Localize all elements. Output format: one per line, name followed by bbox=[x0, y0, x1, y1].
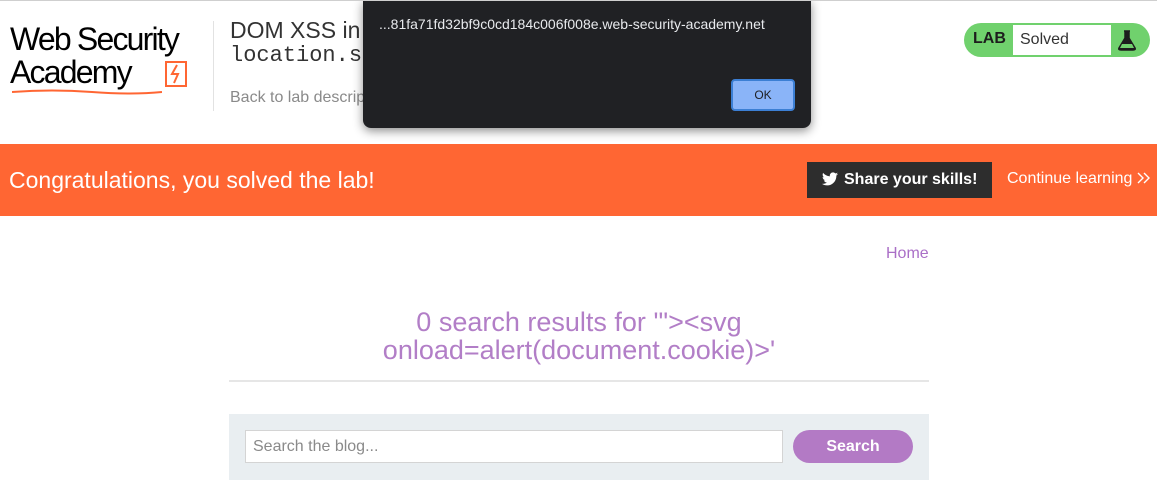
alert-dialog: ...81fa71fd32bf9c0cd184c006f008e.web-sec… bbox=[363, 1, 811, 128]
logo-underline bbox=[12, 89, 162, 95]
logo-text-line1: Web Security bbox=[10, 21, 180, 57]
alert-dialog-message: ...81fa71fd32bf9c0cd184c006f008e.web-sec… bbox=[379, 16, 765, 32]
search-form: Search the blog... Search bbox=[229, 414, 929, 480]
solved-banner: Congratulations, you solved the lab! Sha… bbox=[0, 144, 1157, 216]
congratulations-message: Congratulations, you solved the lab! bbox=[9, 167, 375, 193]
double-chevron-right-icon bbox=[1137, 172, 1150, 184]
continue-learning-label: Continue learning bbox=[1007, 170, 1133, 187]
twitter-icon bbox=[822, 172, 838, 186]
lab-label: LAB bbox=[973, 30, 1006, 47]
lab-status-text: Solved bbox=[1013, 25, 1111, 55]
search-results-line2: onload=alert(document.cookie)>' bbox=[382, 335, 776, 365]
lab-title-code: location.s bbox=[230, 43, 363, 68]
lab-status-badge: LAB Solved bbox=[964, 23, 1150, 57]
academy-logo[interactable]: Web Security Academy bbox=[10, 23, 210, 95]
search-input[interactable]: Search the blog... bbox=[245, 430, 783, 463]
search-results-line1: 0 search results for '"><svg bbox=[416, 307, 742, 337]
search-results-heading: 0 search results for '"><svg onload=aler… bbox=[229, 308, 929, 364]
share-skills-button[interactable]: Share your skills! bbox=[807, 162, 992, 198]
share-skills-label: Share your skills! bbox=[844, 171, 978, 188]
section-divider bbox=[229, 380, 929, 382]
lab-title: DOM XSS in bbox=[230, 17, 361, 43]
header-divider bbox=[213, 21, 214, 111]
logo-bolt-icon bbox=[165, 61, 187, 87]
search-button[interactable]: Search bbox=[793, 430, 913, 463]
alert-ok-button[interactable]: OK bbox=[731, 79, 795, 111]
back-to-lab-description-link[interactable]: Back to lab descrip bbox=[230, 89, 365, 107]
continue-learning-link[interactable]: Continue learning bbox=[1007, 170, 1151, 188]
flask-icon bbox=[1118, 30, 1136, 51]
page: Web Security Academy DOM XSS in location… bbox=[0, 0, 1157, 494]
home-link[interactable]: Home bbox=[886, 245, 929, 263]
